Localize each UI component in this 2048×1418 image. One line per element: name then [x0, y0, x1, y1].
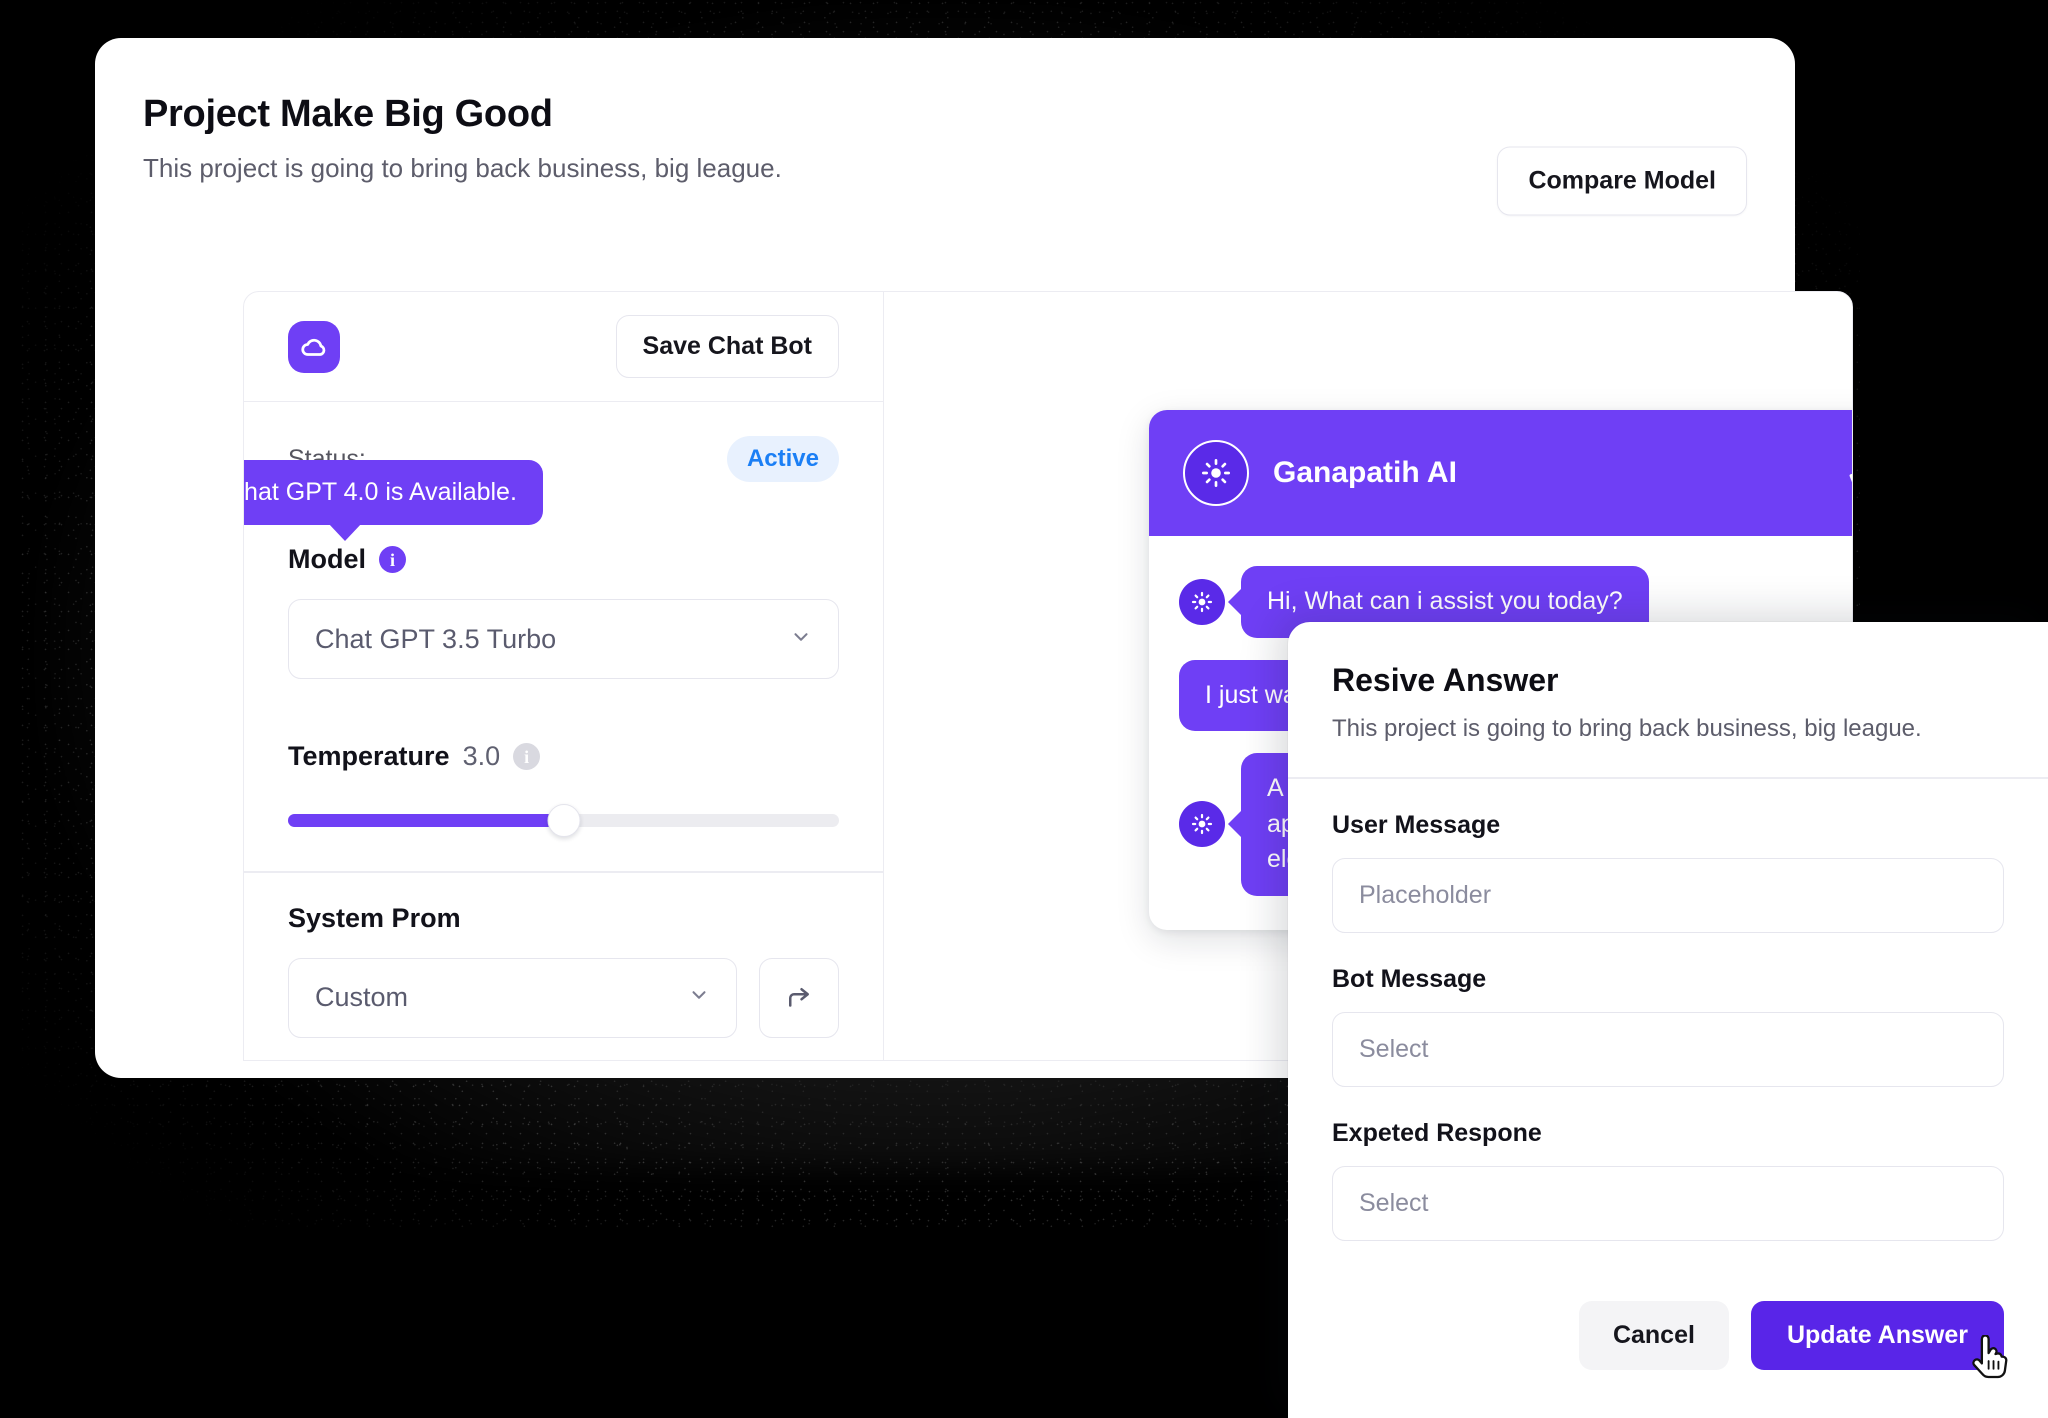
expected-response-select[interactable] — [1332, 1165, 2004, 1241]
chat-bot-name: Ganapatih AI — [1273, 456, 1457, 489]
refresh-icon[interactable] — [1845, 451, 1852, 496]
user-message-input[interactable] — [1332, 857, 2004, 933]
chevron-down-icon — [790, 626, 812, 653]
save-chat-bot-button[interactable]: Save Chat Bot — [615, 315, 839, 378]
system-prompt-label-row: System Prom — [288, 903, 839, 934]
model-select[interactable]: Chat GPT 3.5 Turbo — [288, 599, 839, 679]
page-title: Project Make Big Good — [143, 93, 553, 135]
update-answer-label: Update Answer — [1786, 1321, 1968, 1349]
page-subtitle: This project is going to bring back busi… — [143, 153, 782, 183]
slider-fill — [288, 814, 564, 827]
panel-divider — [1288, 777, 2048, 779]
system-prompt-row: Custom — [288, 957, 839, 1038]
status-badge: Active — [726, 436, 839, 482]
sun-icon — [1179, 578, 1225, 625]
compare-model-button[interactable]: Compare Model — [1497, 146, 1747, 216]
info-icon[interactable]: i — [513, 743, 541, 770]
temperature-slider[interactable] — [288, 804, 839, 837]
temperature-value: 3.0 — [462, 741, 501, 771]
resive-answer-panel: Resive Answer This project is going to b… — [1288, 622, 2048, 1418]
panel-title: Resive Answer — [1332, 662, 1559, 698]
config-body: Status: Active Chat GPT 4.0 is Available… — [244, 402, 883, 1038]
temperature-label: Temperature — [288, 741, 450, 771]
bot-message-select[interactable] — [1332, 1011, 2004, 1087]
panel-actions: Cancel Update Answer — [1578, 1301, 2008, 1379]
cloud-icon — [288, 320, 340, 373]
screenshot-stage: Project Make Big Good This project is go… — [0, 0, 2048, 1418]
update-answer-button[interactable]: Update Answer — [1750, 1301, 2008, 1379]
system-prompt-value: Custom — [315, 982, 409, 1012]
slider-thumb[interactable] — [547, 804, 580, 837]
temperature-label-row: Temperature 3.0 i — [288, 741, 839, 772]
sun-icon — [1183, 440, 1249, 506]
chevron-down-icon — [688, 984, 710, 1011]
expected-response-label: Expeted Respone — [1332, 1118, 1542, 1147]
config-header: Save Chat Bot — [244, 292, 883, 402]
page-header: Project Make Big Good This project is go… — [143, 93, 782, 184]
cancel-button[interactable]: Cancel — [1578, 1301, 1729, 1370]
system-prompt-label: System Prom — [288, 902, 461, 933]
sun-icon — [1179, 801, 1225, 848]
user-message-label: User Message — [1332, 810, 1501, 839]
mouse-cursor-icon — [1968, 1334, 2008, 1388]
bot-message-label: Bot Message — [1332, 964, 1487, 993]
model-label-row: Model i — [288, 544, 839, 575]
model-select-value: Chat GPT 3.5 Turbo — [315, 623, 557, 654]
chat-header: Ganapatih AI — [1149, 410, 1852, 536]
config-column: Save Chat Bot Status: Active Chat GPT 4.… — [244, 292, 884, 1060]
system-prompt-select[interactable]: Custom — [288, 957, 737, 1038]
model-tooltip: Chat GPT 4.0 is Available. — [244, 460, 543, 541]
info-icon[interactable]: i — [379, 546, 406, 573]
panel-subtitle: This project is going to bring back busi… — [1332, 715, 1922, 742]
model-label: Model — [288, 544, 366, 574]
section-divider — [244, 871, 883, 873]
share-arrow-icon[interactable] — [759, 957, 839, 1038]
